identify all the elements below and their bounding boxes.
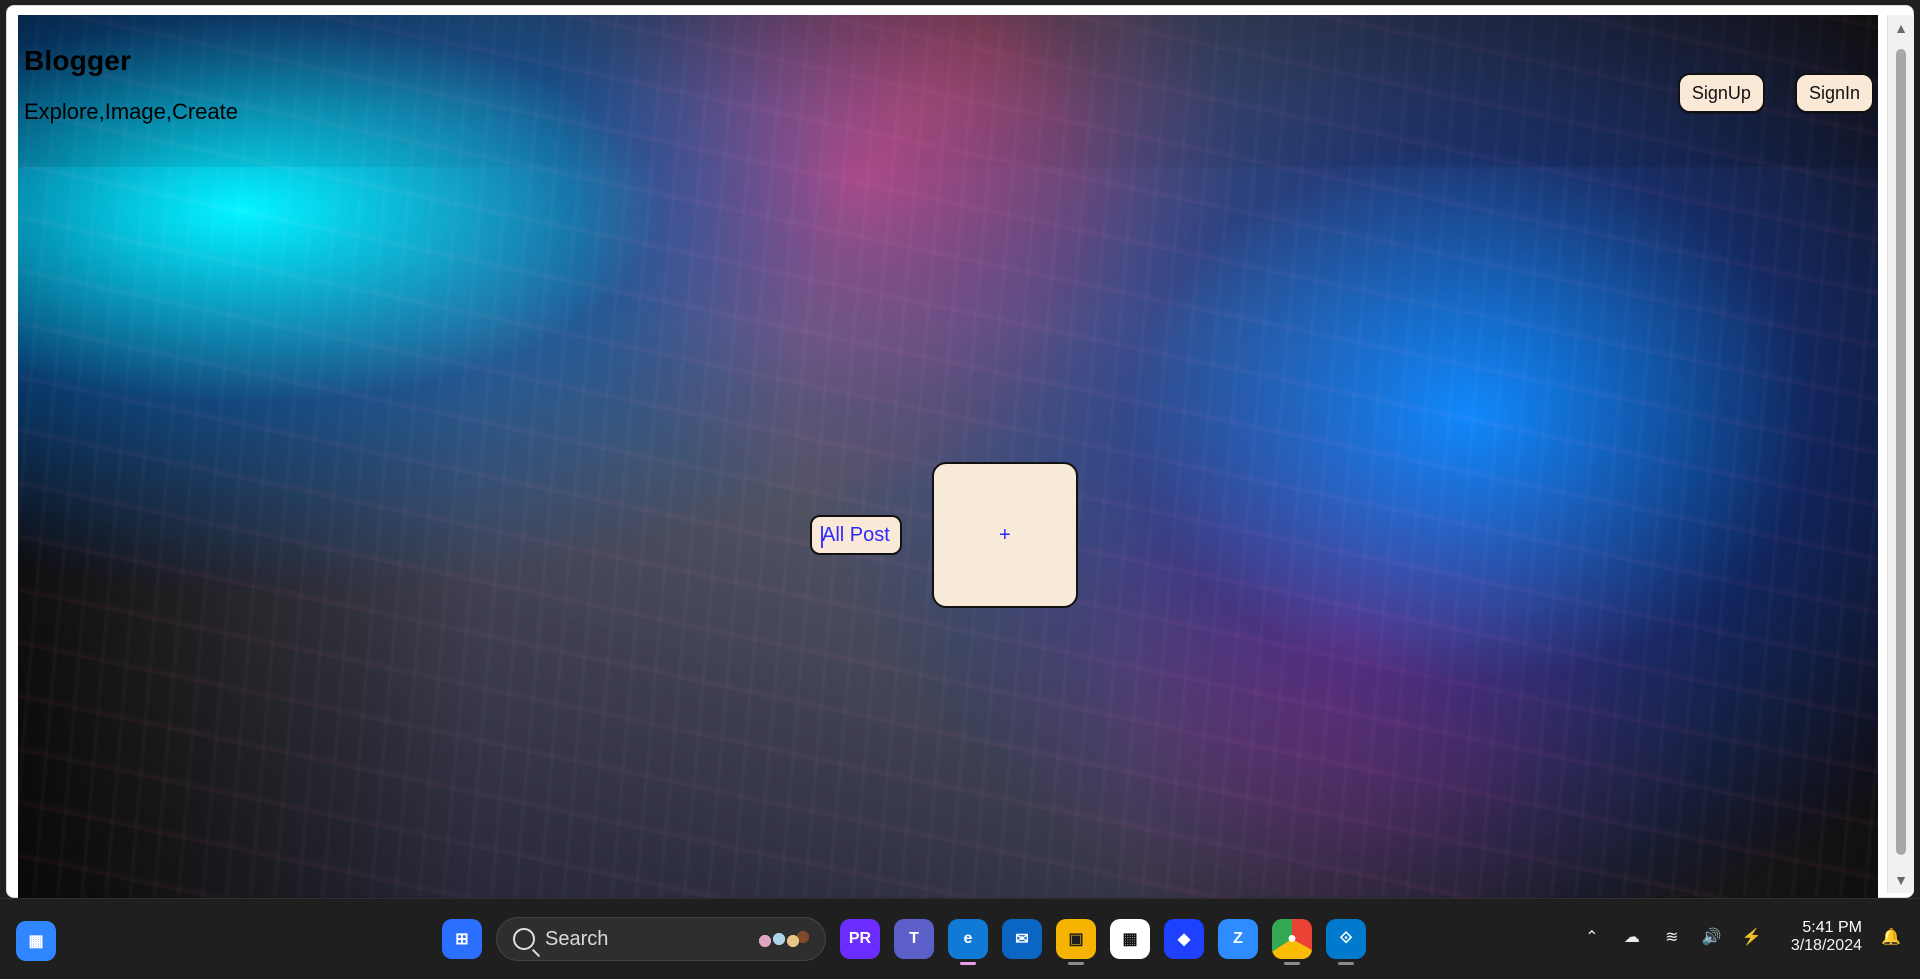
taskbar-active-indicator bbox=[960, 962, 976, 965]
taskbar-search[interactable]: Search bbox=[496, 917, 826, 961]
volume-icon[interactable]: 🔊 bbox=[1701, 926, 1723, 948]
all-post-label: All Post bbox=[822, 523, 890, 546]
browser-viewport: Blogger Explore,Image,Create SignUp Sign… bbox=[6, 5, 1914, 898]
taskbar-indicator bbox=[1338, 962, 1354, 965]
taskbar-center: ⊞ Search PR T e ✉ ▣ ▦ ◆ Z ● ⟐ bbox=[442, 917, 1366, 965]
scrollbar-down-arrow-icon[interactable]: ▼ bbox=[1888, 867, 1914, 893]
clock-time: 5:41 PM bbox=[1802, 919, 1862, 936]
microsoft-store-icon[interactable]: ▦ bbox=[1110, 919, 1150, 959]
windows-start-icon[interactable]: ⊞ bbox=[442, 919, 482, 959]
copilot-pre-icon[interactable]: PR bbox=[840, 919, 880, 959]
chevron-up-icon[interactable]: ⌃ bbox=[1581, 926, 1603, 948]
wifi-icon[interactable]: ≋ bbox=[1661, 926, 1683, 948]
scrollbar-up-arrow-icon[interactable]: ▲ bbox=[1888, 15, 1914, 41]
search-icon bbox=[513, 928, 535, 950]
signin-button[interactable]: SignIn bbox=[1794, 73, 1874, 113]
app-icon[interactable]: ◆ bbox=[1164, 919, 1204, 959]
battery-icon[interactable]: ⚡ bbox=[1741, 926, 1763, 948]
site-tagline: Explore,Image,Create bbox=[24, 99, 238, 124]
zoom-icon[interactable]: Z bbox=[1218, 919, 1258, 959]
edge-icon[interactable]: e bbox=[948, 919, 988, 965]
taskbar: ▦ ⊞ Search PR T e ✉ ▣ ▦ ◆ Z ● ⟐ ⌃ ☁ ≋ 🔊 … bbox=[0, 898, 1920, 979]
taskbar-search-placeholder: Search bbox=[545, 927, 609, 950]
vertical-scrollbar[interactable]: ▲ ▼ bbox=[1887, 15, 1914, 893]
taskbar-left: ▦ bbox=[16, 921, 56, 961]
search-decoration-icon bbox=[751, 925, 815, 955]
add-post-button[interactable]: + bbox=[931, 462, 1078, 608]
taskbar-tray: ⌃ ☁ ≋ 🔊 ⚡ 5:41 PM 3/18/2024 🔔 bbox=[1581, 919, 1902, 956]
signup-button[interactable]: SignUp bbox=[1677, 73, 1765, 113]
auth-actions: SignUp SignIn bbox=[1677, 73, 1874, 113]
all-post-button[interactable]: All Post bbox=[810, 515, 902, 555]
vscode-icon[interactable]: ⟐ bbox=[1326, 919, 1366, 965]
scrollbar-thumb[interactable] bbox=[1896, 49, 1906, 855]
taskbar-indicator bbox=[1068, 962, 1084, 965]
header: Blogger Explore,Image,Create SignUp Sign… bbox=[18, 15, 1878, 167]
file-explorer-icon[interactable]: ▣ bbox=[1056, 919, 1096, 965]
taskbar-clock[interactable]: 5:41 PM 3/18/2024 bbox=[1791, 919, 1862, 956]
teams-icon[interactable]: T bbox=[894, 919, 934, 959]
text-caret bbox=[821, 526, 823, 548]
center-controls: All Post + bbox=[810, 462, 1078, 608]
add-post-plus: + bbox=[998, 523, 1011, 546]
mail-icon[interactable]: ✉ bbox=[1002, 919, 1042, 959]
notification-icon[interactable]: 🔔 bbox=[1880, 926, 1902, 948]
onedrive-icon[interactable]: ☁ bbox=[1621, 926, 1643, 948]
taskbar-indicator bbox=[1284, 962, 1300, 965]
site-title: Blogger bbox=[24, 45, 132, 76]
chrome-icon[interactable]: ● bbox=[1272, 919, 1312, 965]
page: Blogger Explore,Image,Create SignUp Sign… bbox=[18, 15, 1878, 898]
brand: Blogger Explore,Image,Create bbox=[24, 45, 238, 125]
clock-date: 3/18/2024 bbox=[1790, 937, 1862, 955]
widgets-icon[interactable]: ▦ bbox=[16, 921, 56, 961]
